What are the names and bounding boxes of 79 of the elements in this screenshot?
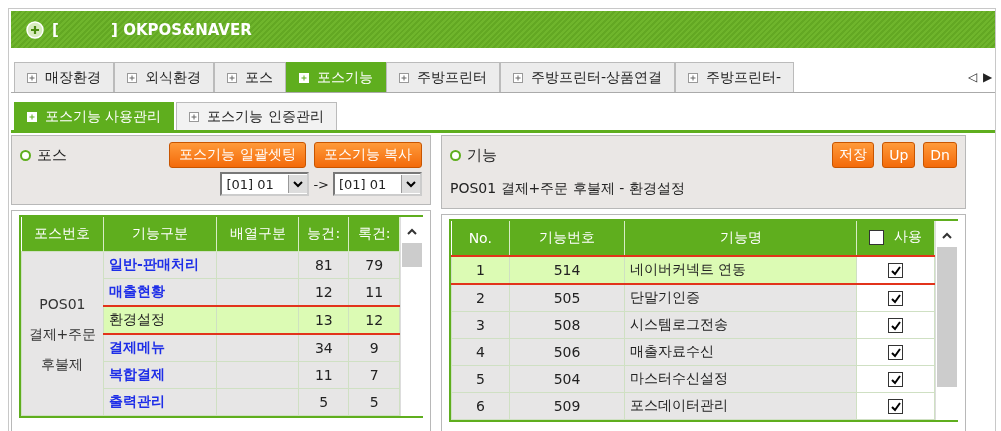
plus-box-icon — [299, 72, 309, 83]
checkbox[interactable] — [888, 372, 903, 388]
tab[interactable]: 주방프린터-상품연결 — [500, 62, 676, 92]
tab[interactable]: 포스 — [214, 62, 286, 92]
table-cell: 단말기인증 — [624, 284, 857, 312]
table-cell: 마스터수신설정 — [624, 365, 857, 393]
plus-box-icon — [27, 111, 37, 122]
panel-title: 포스 — [20, 145, 67, 165]
plus-box-icon — [127, 72, 137, 83]
pos-select[interactable]: [01] 01 — [220, 172, 310, 196]
tab[interactable]: 주방프린터 — [386, 62, 500, 92]
scroll-arrow-button[interactable]: ▶ — [980, 70, 995, 84]
column-header: 록건: — [348, 217, 400, 252]
plus-box-icon — [688, 72, 699, 83]
table-cell: 4 — [451, 338, 510, 366]
table-cell: 505 — [509, 284, 625, 312]
chevron-up-icon[interactable] — [406, 227, 419, 235]
table-cell: 81 — [298, 251, 349, 279]
checkbox[interactable] — [888, 291, 903, 307]
tab[interactable]: 포스기능 인증관리 — [176, 102, 337, 130]
column-header: 기능번호 — [509, 221, 625, 256]
table-cell: 504 — [509, 365, 625, 393]
column-header: 기능구분 — [103, 217, 217, 252]
pos-name-cell: POS01 결제+주문 후불제 — [21, 251, 104, 416]
tab[interactable]: 외식환경 — [114, 62, 214, 92]
header-title: [ ] OKPOS&NAVER — [52, 20, 252, 39]
chevron-down-icon — [401, 175, 420, 193]
table-cell: 13 — [298, 306, 349, 334]
scrollbar[interactable] — [400, 217, 423, 416]
checkbox[interactable] — [888, 263, 903, 279]
selection-caption: POS01 결제+주문 후불제 - 환경설정 — [450, 180, 686, 198]
table-cell[interactable]: 결제메뉴 — [103, 334, 217, 362]
table-cell[interactable]: 복합결제 — [103, 361, 217, 389]
table-cell: 1 — [451, 256, 510, 284]
scrollbar-thumb[interactable] — [402, 243, 423, 267]
table-cell[interactable]: 매출현황 — [103, 278, 217, 306]
table-cell: 514 — [509, 256, 625, 284]
panel-title: 기능 — [450, 145, 497, 165]
table-cell: 79 — [348, 251, 400, 279]
column-header: 포스번호 — [21, 217, 104, 252]
column-header: 배열구분 — [216, 217, 299, 252]
tab[interactable]: 매장환경 — [14, 62, 114, 92]
plus-box-icon — [27, 72, 37, 83]
chevron-down-icon — [288, 175, 308, 193]
column-header: 사용 — [894, 228, 922, 247]
plus-box-icon — [189, 111, 200, 122]
checkbox[interactable] — [888, 318, 903, 334]
checkbox[interactable] — [888, 345, 903, 361]
arrow-text: -> — [313, 176, 329, 192]
tab[interactable]: 주방프린터- — [675, 62, 795, 92]
table-cell: 6 — [451, 392, 510, 420]
scroll-arrow-button[interactable]: ◁ — [965, 70, 980, 84]
table-cell[interactable]: 출력관리 — [103, 388, 217, 416]
chevron-up-icon[interactable] — [941, 231, 953, 239]
checkbox[interactable] — [869, 229, 884, 245]
table-cell: 네이버커넥트 연동 — [624, 256, 857, 284]
table-cell[interactable]: 일반-판매처리 — [103, 251, 217, 279]
scrollbar-thumb[interactable] — [937, 247, 957, 387]
column-header: No. — [451, 221, 510, 256]
plus-box-icon — [399, 72, 409, 83]
table-cell: 2 — [451, 284, 510, 312]
table-cell: 포스데이터관리 — [624, 392, 857, 420]
checkbox[interactable] — [888, 399, 903, 415]
table-cell: 12 — [348, 306, 400, 334]
column-header: 능건: — [298, 217, 349, 252]
table-cell: 5 — [451, 365, 510, 393]
plus-box-icon — [227, 72, 237, 83]
table-cell[interactable]: 환경설정 — [103, 306, 217, 334]
table-cell: 508 — [509, 311, 625, 339]
column-header: 기능명 — [624, 221, 857, 256]
table-cell: 매출자료수신 — [624, 338, 857, 366]
table-cell: 시스템로그전송 — [624, 311, 857, 339]
table-cell: 509 — [509, 392, 625, 420]
plus-box-icon — [513, 72, 523, 83]
pos-select[interactable]: [01] 01 — [333, 172, 422, 196]
table-cell: 3 — [451, 311, 510, 339]
plus-circle-icon — [26, 20, 44, 39]
table-cell: 506 — [509, 338, 625, 366]
scrollbar[interactable] — [935, 221, 958, 420]
